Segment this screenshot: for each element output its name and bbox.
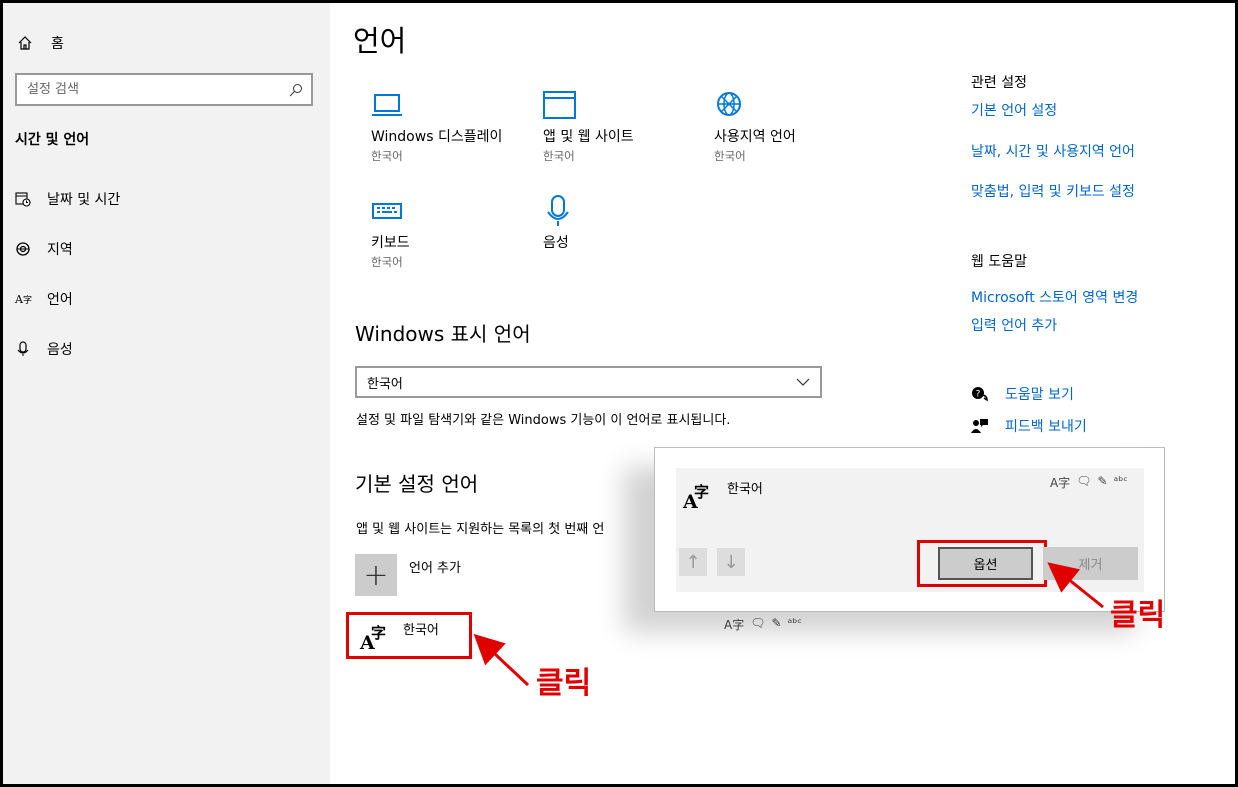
svg-text:?: ?: [976, 390, 981, 400]
speech-feature-icon: 🗨: [1076, 474, 1092, 488]
speech-feature-icon: 🗨: [750, 616, 766, 630]
arrow-down-icon: ↓: [723, 551, 739, 573]
home-icon: [18, 36, 32, 50]
tile-name: 음성: [543, 235, 569, 251]
handwriting-feature-icon: ✎: [771, 616, 782, 630]
display-language-feature-icon: A字: [724, 618, 745, 632]
link-spelling-typing-keyboard[interactable]: 맞춤법, 입력 및 키보드 설정: [971, 181, 1135, 201]
feedback-icon: [971, 417, 1005, 435]
send-feedback-label: 피드백 보내기: [1005, 419, 1087, 435]
sidebar-item-date-time[interactable]: 날짜 및 시간: [15, 187, 120, 211]
spellcheck-feature-icon: ᵃᵇᶜ: [1113, 474, 1128, 488]
link-default-language-settings[interactable]: 기본 언어 설정: [971, 100, 1057, 120]
click-annotation-2: 클릭: [1110, 598, 1166, 633]
options-button[interactable]: 옵션: [938, 547, 1033, 580]
get-help-label: 도움말 보기: [1005, 387, 1074, 403]
chevron-down-icon: [796, 375, 810, 390]
language-options-popup: [654, 447, 1165, 612]
language-feature-icons: A字 🗨 ✎ ᵃᵇᶜ: [724, 616, 802, 633]
related-settings-heading: 관련 설정: [971, 75, 1027, 91]
add-language-label: 언어 추가: [409, 561, 461, 576]
link-date-time-region[interactable]: 날짜, 시간 및 사용지역 언어: [971, 141, 1135, 161]
tile-name: 키보드: [371, 235, 410, 251]
globe-icon: [15, 241, 47, 257]
spellcheck-feature-icon: ᵃᵇᶜ: [787, 616, 802, 630]
sidebar-item-label: 언어: [47, 292, 73, 308]
tile-sub: 한국어: [371, 149, 403, 163]
get-help-link[interactable]: ? 도움말 보기: [971, 384, 1074, 404]
remove-button[interactable]: 제거: [1043, 547, 1138, 580]
search-input[interactable]: [27, 82, 281, 97]
search-box[interactable]: [15, 73, 313, 106]
tile-keyboard[interactable]: 키보드 한국어: [371, 194, 531, 270]
display-language-heading: Windows 표시 언어: [355, 322, 531, 346]
sidebar-item-label: 지역: [47, 242, 73, 258]
sidebar-home[interactable]: 홈: [17, 31, 64, 55]
display-language-selected: 한국어: [367, 376, 403, 392]
tile-regional-language[interactable]: 사용지역 언어 한국어: [714, 88, 874, 164]
sidebar-section-title: 시간 및 언어: [15, 132, 90, 148]
tile-sub: 한국어: [714, 149, 746, 163]
handwriting-feature-icon: ✎: [1097, 474, 1108, 488]
plus-icon[interactable]: +: [355, 554, 397, 596]
link-change-store-region[interactable]: Microsoft 스토어 영역 변경: [971, 287, 1138, 307]
sidebar: 홈 시간 및 언어 날짜 및 시간 지역 A字 언어 음성: [3, 3, 330, 784]
web-help-heading: 웹 도움말: [971, 254, 1027, 270]
display-language-dropdown[interactable]: 한국어: [355, 366, 822, 398]
sidebar-item-region[interactable]: 지역: [15, 237, 73, 261]
display-language-feature-icon: A字: [1050, 476, 1071, 490]
link-add-input-language[interactable]: 입력 언어 추가: [971, 315, 1057, 335]
tile-sub: 한국어: [543, 149, 575, 163]
add-language[interactable]: + 언어 추가: [355, 554, 461, 596]
help-chat-icon: ?: [971, 386, 1005, 402]
sidebar-item-label: 날짜 및 시간: [47, 192, 121, 208]
tile-name: 사용지역 언어: [714, 129, 796, 145]
language-glyph-icon: A字: [360, 624, 387, 654]
display-language-description: 설정 및 파일 탐색기와 같은 Windows 기능이 이 언어로 표시됩니다.: [356, 413, 731, 428]
send-feedback-link[interactable]: 피드백 보내기: [971, 416, 1087, 436]
move-down-button[interactable]: ↓: [717, 548, 745, 576]
popup-language-glyph-icon: A字: [683, 483, 710, 513]
sidebar-item-speech[interactable]: 음성: [15, 337, 73, 361]
language-icon: A字: [15, 292, 32, 306]
tile-apps-websites[interactable]: 앱 및 웹 사이트 한국어: [543, 88, 703, 164]
popup-language-name: 한국어: [727, 482, 763, 497]
microphone-icon: [543, 194, 703, 228]
search-icon[interactable]: [281, 83, 311, 97]
tile-sub: 한국어: [371, 255, 403, 269]
tile-speech[interactable]: 음성: [543, 194, 703, 252]
microphone-icon: [15, 341, 47, 357]
arrow-up-icon: ↑: [685, 551, 701, 573]
preferred-language-description: 앱 및 웹 사이트는 지원하는 목록의 첫 번째 언: [356, 522, 605, 537]
sidebar-item-language[interactable]: A字 언어: [15, 287, 73, 311]
browser-window-icon: [543, 88, 703, 122]
sidebar-home-label: 홈: [51, 36, 64, 52]
tile-windows-display[interactable]: Windows 디스플레이 한국어: [371, 88, 531, 164]
monitor-icon: [371, 88, 531, 122]
click-annotation-1: 클릭: [536, 666, 592, 701]
tile-name: 앱 및 웹 사이트: [543, 129, 634, 145]
keyboard-icon: [371, 194, 531, 228]
preferred-language-heading: 기본 설정 언어: [355, 472, 479, 496]
calendar-clock-icon: [15, 191, 47, 207]
region-globe-icon: [714, 88, 874, 122]
language-row-name: 한국어: [403, 623, 439, 638]
tile-name: Windows 디스플레이: [371, 129, 503, 145]
sidebar-item-label: 음성: [47, 342, 73, 358]
move-up-button[interactable]: ↑: [679, 548, 707, 576]
popup-language-feature-icons: A字 🗨 ✎ ᵃᵇᶜ: [1050, 474, 1128, 491]
page-title: 언어: [353, 24, 407, 58]
